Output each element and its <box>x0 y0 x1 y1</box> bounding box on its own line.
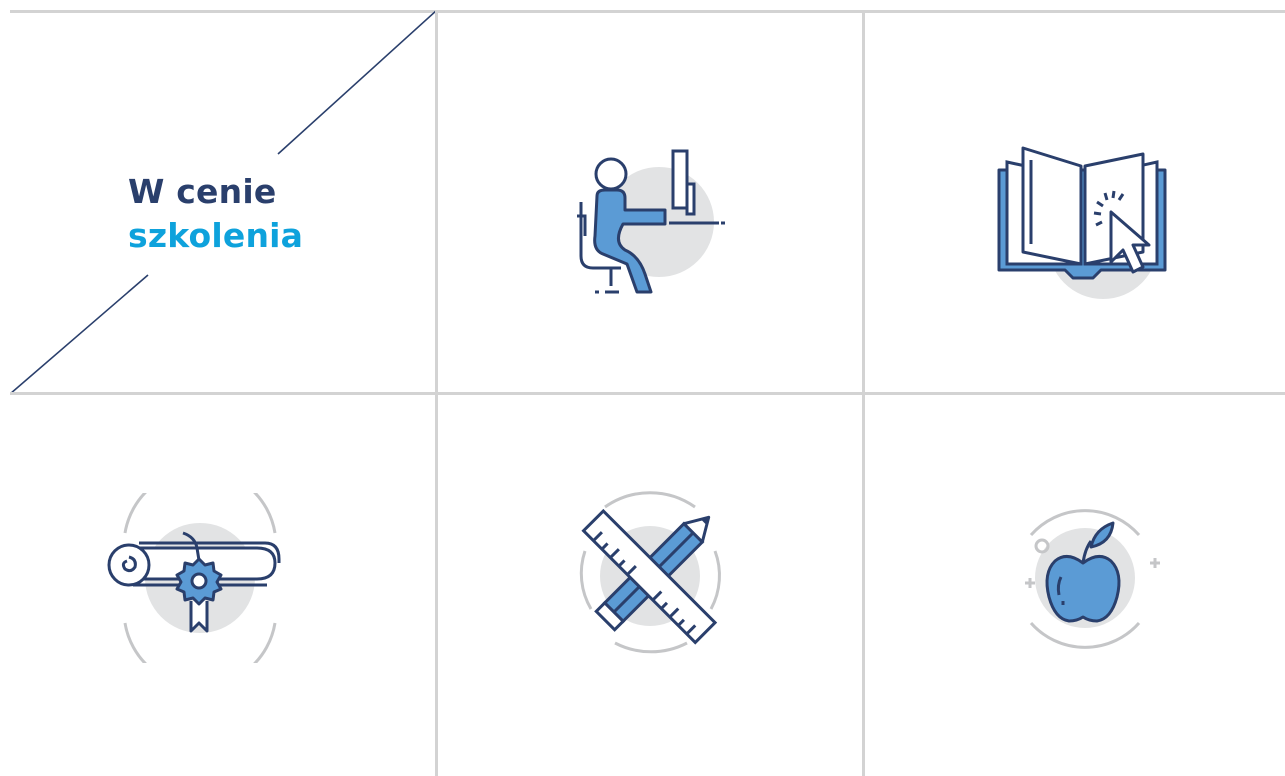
feature-cell-certificate <box>10 395 435 776</box>
apple-icon <box>1025 509 1160 649</box>
heading-cell: W cenie szkolenia <box>10 10 435 392</box>
feature-cell-materials <box>438 395 862 776</box>
feature-cell-computer <box>438 13 862 392</box>
feature-cell-ebook <box>865 13 1285 392</box>
diploma-scroll-icon <box>107 493 281 663</box>
feature-grid: W cenie szkolenia <box>10 10 1285 776</box>
feature-cell-catering <box>865 395 1285 776</box>
pencil-ruler-icon <box>579 491 721 654</box>
heading-line-1: W cenie <box>128 172 277 211</box>
open-book-cursor-icon <box>997 146 1167 299</box>
heading-line-2: szkolenia <box>128 216 304 255</box>
section-heading: W cenie szkolenia <box>128 170 303 258</box>
person-at-computer-icon <box>577 149 725 294</box>
